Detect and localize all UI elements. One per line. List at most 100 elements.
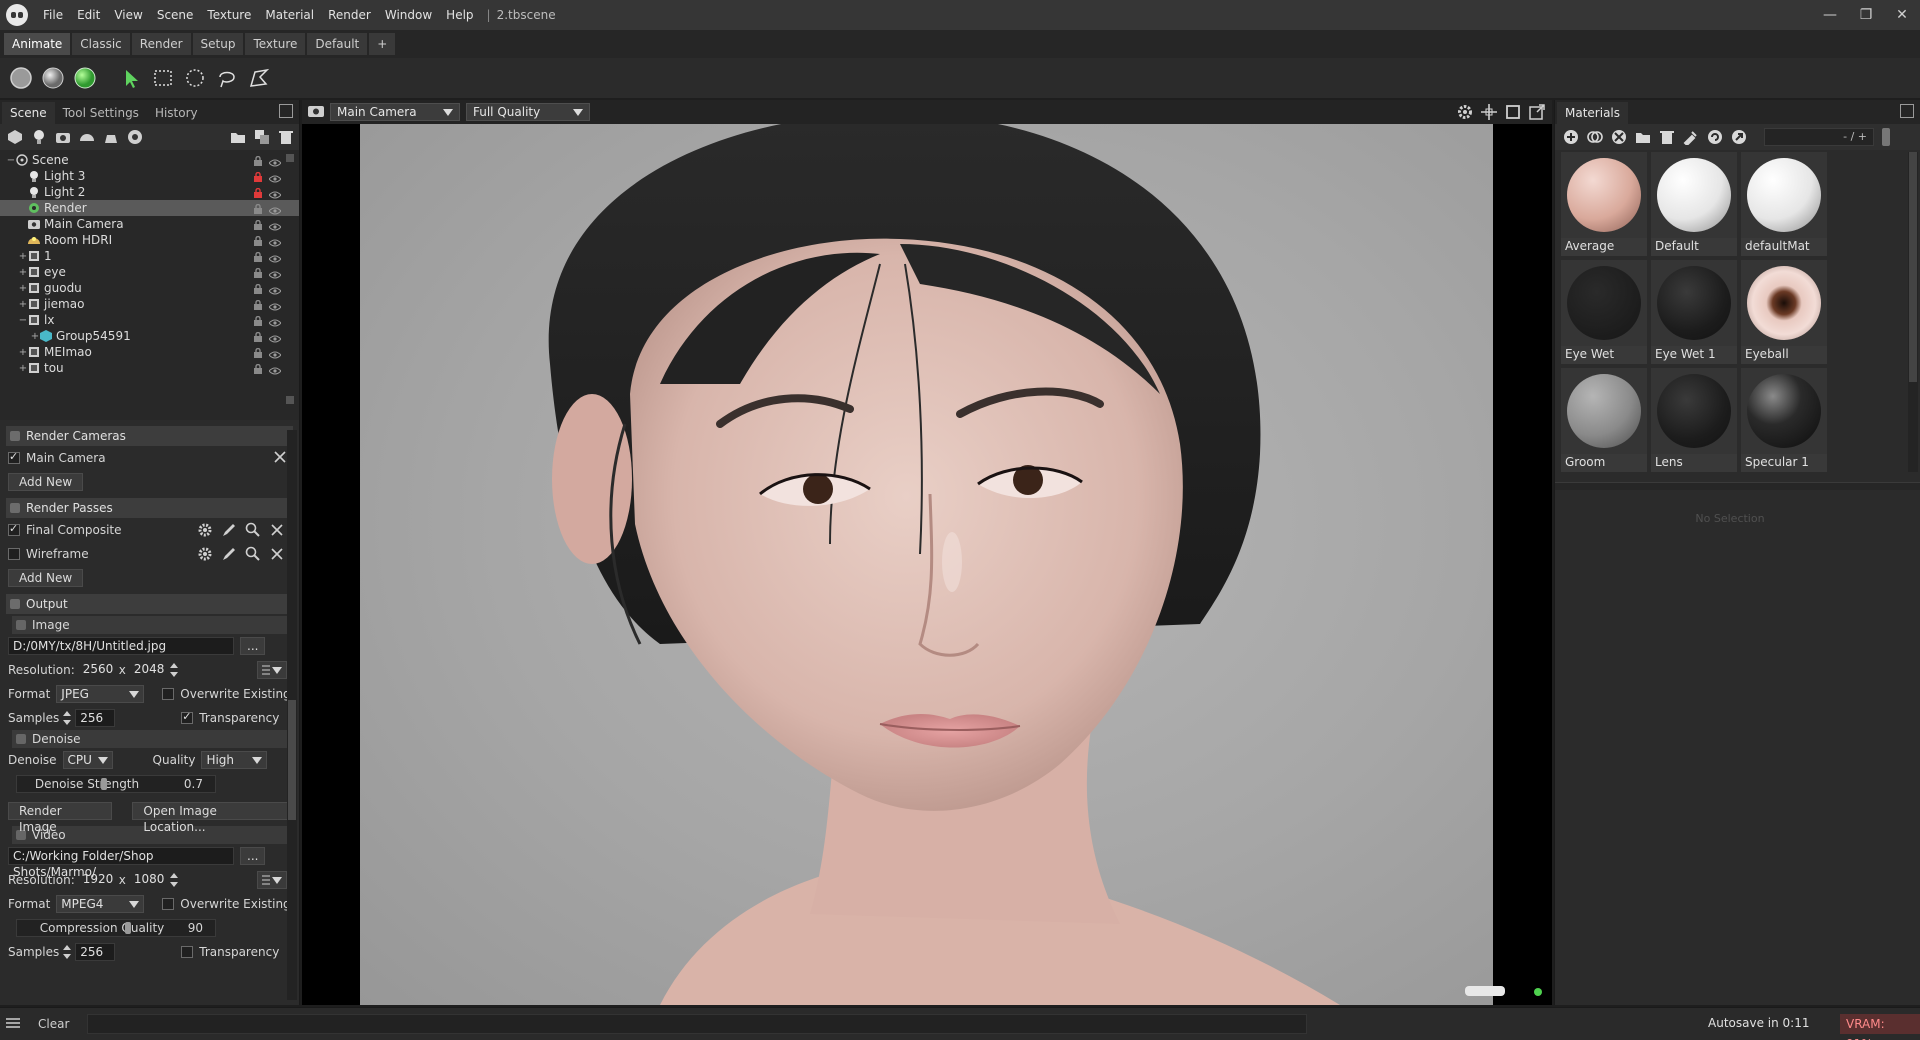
lock-icon[interactable]	[253, 187, 263, 198]
popout-icon[interactable]	[1900, 104, 1914, 118]
visibility-eye-icon[interactable]	[268, 236, 282, 247]
video-height-input[interactable]: 1080	[130, 871, 166, 889]
add-sky-icon[interactable]	[76, 127, 98, 147]
material-lens[interactable]: Lens	[1651, 368, 1737, 472]
tab-render[interactable]: Render	[131, 33, 191, 55]
video-path-input[interactable]: C:/Working Folder/Shop Shots/Marmo/	[8, 847, 234, 879]
slider-knob[interactable]	[101, 778, 107, 790]
menu-texture[interactable]: Texture	[200, 0, 258, 30]
menu-material[interactable]: Material	[258, 0, 321, 30]
tree-item-group54591[interactable]: + Group54591	[0, 328, 299, 344]
tab-texture[interactable]: Texture	[245, 33, 306, 55]
close-icon[interactable]	[269, 546, 285, 562]
tree-expander-icon[interactable]: +	[18, 363, 28, 374]
material-zoom-field[interactable]: - / +	[1764, 128, 1874, 146]
menu-render[interactable]: Render	[321, 0, 378, 30]
remove-camera-icon[interactable]	[273, 450, 287, 467]
log-menu-icon[interactable]	[6, 1017, 26, 1032]
tree-expander-icon[interactable]: +	[18, 347, 28, 358]
material-eye-wet[interactable]: Eye Wet	[1561, 260, 1647, 364]
image-format-dropdown[interactable]: JPEG	[56, 685, 145, 703]
camera-enabled-checkbox[interactable]	[8, 450, 20, 464]
lock-icon[interactable]	[253, 267, 263, 278]
tab-tool-settings[interactable]: Tool Settings	[55, 102, 147, 124]
refresh-material-icon[interactable]	[1705, 127, 1725, 147]
render-image-button[interactable]: Render Image	[8, 802, 113, 834]
resolution-stepper-icon[interactable]	[169, 873, 178, 887]
material-eyeball[interactable]: Eyeball	[1741, 260, 1827, 364]
viewport-gear-icon[interactable]	[1456, 103, 1474, 121]
tree-item-guodu[interactable]: + guodu	[0, 280, 299, 296]
duplicate-material-icon[interactable]	[1585, 127, 1605, 147]
circle-select-icon[interactable]	[180, 63, 210, 93]
gear-icon[interactable]	[197, 522, 213, 538]
tree-item-1[interactable]: +1	[0, 248, 299, 264]
quality-dropdown[interactable]: Full Quality	[466, 103, 590, 121]
duplicate-icon[interactable]	[251, 127, 273, 147]
image-path-input[interactable]: D:/0MY/tx/8H/Untitled.jpg	[8, 637, 234, 655]
add-shadow-catcher-icon[interactable]	[100, 127, 122, 147]
visibility-eye-icon[interactable]	[268, 364, 282, 375]
tree-item-light-3[interactable]: Light 3	[0, 168, 299, 184]
tab-history[interactable]: History	[147, 102, 206, 124]
lock-icon[interactable]	[253, 331, 263, 342]
image-subheader[interactable]: Image	[12, 616, 291, 634]
add-material-icon[interactable]	[1561, 127, 1581, 147]
lock-icon[interactable]	[253, 219, 263, 230]
edit-pencil-icon[interactable]	[221, 522, 237, 538]
menu-window[interactable]: Window	[378, 0, 439, 30]
compression-quality-slider[interactable]: Compression Quality 90	[16, 919, 216, 937]
visibility-eye-icon[interactable]	[268, 268, 282, 279]
material-zoom-handle[interactable]	[1882, 128, 1890, 146]
clear-log-button[interactable]: Clear	[38, 1017, 69, 1031]
render-cameras-header[interactable]: Render Cameras	[6, 426, 293, 446]
shade-mode-lit-icon[interactable]	[38, 63, 68, 93]
tree-expander-icon[interactable]: +	[18, 283, 28, 294]
video-format-dropdown[interactable]: MPEG4	[56, 895, 145, 913]
lock-icon[interactable]	[253, 283, 263, 294]
scroll-thumb[interactable]	[1909, 152, 1917, 382]
move-view-icon[interactable]	[1480, 103, 1498, 121]
tab-materials[interactable]: Materials	[1557, 102, 1629, 124]
tree-expander-icon[interactable]: −	[6, 155, 16, 166]
lock-icon[interactable]	[253, 315, 263, 326]
output-header[interactable]: Output	[6, 594, 293, 614]
close-icon[interactable]	[269, 522, 285, 538]
tree-item-lx[interactable]: − lx	[0, 312, 299, 328]
lock-icon[interactable]	[253, 347, 263, 358]
tree-expander-icon[interactable]: −	[18, 315, 28, 326]
denoise-quality-dropdown[interactable]: High	[201, 751, 268, 769]
tree-expander-icon[interactable]: +	[18, 299, 28, 310]
viewport-scroll-handle[interactable]	[1465, 986, 1505, 996]
render-preview-image[interactable]	[360, 124, 1493, 1005]
tree-expander-icon[interactable]: +	[30, 331, 40, 342]
visibility-eye-icon[interactable]	[268, 204, 282, 215]
add-camera-button[interactable]: Add New	[8, 473, 84, 491]
visibility-eye-icon[interactable]	[268, 300, 282, 311]
resolution-preset-dropdown[interactable]	[257, 871, 287, 889]
left-panel-scrollbar[interactable]	[287, 430, 297, 1000]
video-width-input[interactable]: 1920	[79, 871, 115, 889]
tree-item-main-camera[interactable]: Main Camera	[0, 216, 299, 232]
material-default[interactable]: Default	[1651, 152, 1737, 256]
tree-expander-icon[interactable]: +	[18, 267, 28, 278]
menu-view[interactable]: View	[107, 0, 149, 30]
add-camera-icon[interactable]	[52, 127, 74, 147]
checker-material-icon[interactable]	[1609, 127, 1629, 147]
slider-knob[interactable]	[125, 922, 131, 934]
material-defaultmat[interactable]: defaultMat	[1741, 152, 1827, 256]
video-transparency-checkbox[interactable]	[181, 946, 194, 958]
tree-item-tou[interactable]: + tou	[0, 360, 299, 376]
lasso-select-icon[interactable]	[212, 63, 242, 93]
material-groom[interactable]: Groom	[1561, 368, 1647, 472]
lock-icon[interactable]	[253, 363, 263, 374]
tab-scene[interactable]: Scene	[2, 102, 55, 124]
visibility-eye-icon[interactable]	[268, 156, 282, 167]
tree-item-eye[interactable]: + eye	[0, 264, 299, 280]
tab-default[interactable]: Default	[307, 33, 368, 55]
menu-edit[interactable]: Edit	[70, 0, 107, 30]
lock-icon[interactable]	[253, 299, 263, 310]
tree-item-render[interactable]: Render	[0, 200, 299, 216]
minimize-button[interactable]: —	[1812, 0, 1848, 30]
viewport[interactable]: Main Camera Full Quality	[302, 100, 1552, 1005]
